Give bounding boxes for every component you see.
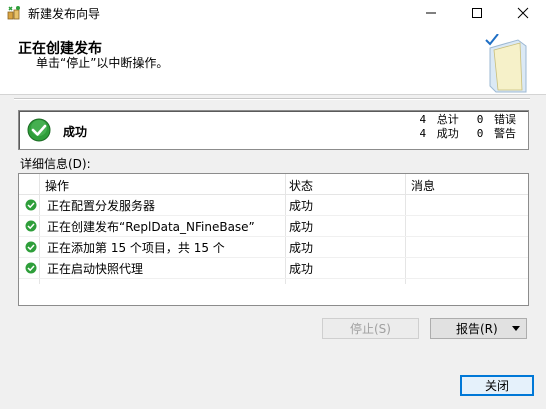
report-button[interactable]: 报告(R) xyxy=(430,318,527,339)
summary-stats: 4 总计 0 错误 4 成功 0 警告 xyxy=(412,113,520,141)
success-check-icon xyxy=(27,118,51,142)
row-status: 成功 xyxy=(289,220,314,234)
stat-row-total: 4 总计 0 错误 xyxy=(412,113,520,127)
row-status: 成功 xyxy=(289,241,314,255)
warning-label: 警告 xyxy=(494,127,516,140)
summary-status: 成功 xyxy=(63,125,88,139)
wizard-header: 正在创建发布 单击“停止”以中断操作。 xyxy=(0,26,546,95)
total-count: 4 xyxy=(419,113,427,126)
success-icon xyxy=(25,262,37,274)
success-label: 成功 xyxy=(436,127,459,140)
table-row[interactable]: 正在添加第 15 个项目，共 15 个 成功 xyxy=(19,236,528,258)
close-button[interactable]: 关闭 xyxy=(460,375,534,396)
table-row[interactable]: 正在启动快照代理 成功 xyxy=(19,257,528,279)
summary-panel: 成功 4 总计 0 错误 4 成功 0 警告 xyxy=(18,110,529,150)
stat-row-success: 4 成功 0 警告 xyxy=(412,127,520,141)
row-status: 成功 xyxy=(289,199,314,213)
maximize-button[interactable] xyxy=(454,0,500,26)
table-header: 操作 状态 消息 xyxy=(19,174,528,195)
publication-wizard-icon xyxy=(485,34,527,93)
wizard-app-icon xyxy=(7,6,20,20)
minimize-button[interactable] xyxy=(408,0,454,26)
close-button-label: 关闭 xyxy=(484,379,509,393)
chevron-down-icon xyxy=(512,326,520,331)
title-bar: 新建发布向导 xyxy=(0,0,546,26)
table-row[interactable]: 正在配置分发服务器 成功 xyxy=(19,194,528,216)
success-count: 4 xyxy=(419,127,427,140)
maximize-icon xyxy=(472,8,482,18)
report-button-label: 报告(R) xyxy=(456,322,498,336)
close-window-button[interactable] xyxy=(500,0,546,26)
row-status: 成功 xyxy=(289,262,314,276)
column-header-message[interactable]: 消息 xyxy=(411,177,435,194)
warning-count: 0 xyxy=(476,127,484,140)
stop-button-label: 停止(S) xyxy=(350,322,391,336)
page-subtitle: 单击“停止”以中断操作。 xyxy=(36,56,169,70)
error-count: 0 xyxy=(476,113,484,126)
row-action: 正在配置分发服务器 xyxy=(47,199,156,213)
table-row[interactable]: 正在创建发布“ReplData_NFineBase” 成功 xyxy=(19,215,528,237)
success-icon xyxy=(25,220,37,232)
column-header-status[interactable]: 状态 xyxy=(289,177,313,194)
close-icon xyxy=(517,7,529,19)
row-action: 正在启动快照代理 xyxy=(47,262,144,276)
header-divider xyxy=(14,98,530,100)
row-action: 正在创建发布“ReplData_NFineBase” xyxy=(47,220,255,234)
total-label: 总计 xyxy=(436,113,459,126)
details-table[interactable]: 操作 状态 消息 正在配置分发服务器 成功 正在创建发布“ReplData_NF… xyxy=(18,173,529,306)
minimize-icon xyxy=(426,12,436,14)
column-header-action[interactable]: 操作 xyxy=(45,177,69,194)
error-label: 错误 xyxy=(494,113,516,126)
stop-button[interactable]: 停止(S) xyxy=(322,318,419,339)
row-action: 正在添加第 15 个项目，共 15 个 xyxy=(47,241,225,255)
success-icon xyxy=(25,199,37,211)
window-title: 新建发布向导 xyxy=(28,7,101,21)
success-icon xyxy=(25,241,37,253)
details-label: 详细信息(D): xyxy=(20,157,91,171)
